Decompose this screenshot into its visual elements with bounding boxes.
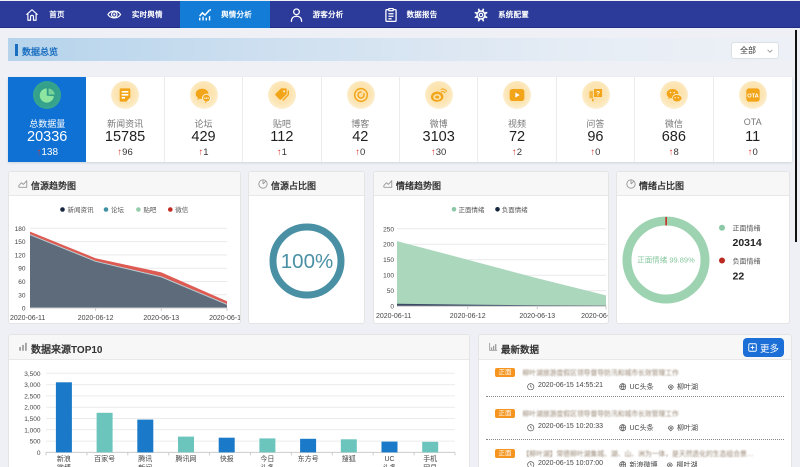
svg-text:500: 500 (30, 439, 41, 446)
svg-text:20314: 20314 (733, 237, 762, 249)
svg-text:200: 200 (383, 242, 394, 249)
svg-text:2020-06-13: 2020-06-13 (143, 315, 179, 322)
svg-text:新浪: 新浪 (57, 454, 71, 463)
svg-text:头条: 头条 (260, 463, 274, 467)
svg-text:快报: 快报 (220, 454, 234, 463)
svg-text:东方号: 东方号 (298, 454, 319, 463)
svg-text:90: 90 (18, 266, 26, 273)
svg-text:100: 100 (383, 273, 394, 280)
svg-text:2020-06-14: 2020-06-14 (581, 313, 608, 320)
svg-text:3,000: 3,000 (24, 382, 41, 389)
svg-text:负面情绪: 负面情绪 (502, 205, 529, 214)
svg-text:负面情绪: 负面情绪 (733, 257, 761, 266)
svg-text:250: 250 (383, 226, 394, 233)
svg-text:2020-06-12: 2020-06-12 (78, 315, 114, 322)
svg-text:百家号: 百家号 (94, 454, 115, 463)
svg-text:贴吧: 贴吧 (143, 205, 157, 214)
svg-text:0: 0 (37, 450, 41, 457)
svg-text:1,000: 1,000 (24, 427, 41, 434)
svg-text:150: 150 (15, 239, 26, 246)
svg-text:1,500: 1,500 (24, 416, 41, 423)
svg-text:2,000: 2,000 (24, 405, 41, 412)
svg-text:60: 60 (18, 279, 26, 286)
svg-text:0: 0 (390, 304, 394, 311)
svg-text:50: 50 (387, 288, 395, 295)
svg-text:论坛: 论坛 (111, 205, 125, 214)
svg-text:手机: 手机 (423, 454, 437, 463)
svg-text:100%: 100% (281, 250, 333, 273)
svg-text:OTA: OTA (747, 93, 759, 99)
svg-text:今日: 今日 (260, 454, 274, 463)
svg-text:2020-06-12: 2020-06-12 (450, 313, 486, 320)
svg-text:UC: UC (384, 456, 394, 463)
svg-text:22: 22 (733, 271, 745, 283)
svg-text:?: ? (596, 91, 600, 98)
svg-text:120: 120 (15, 252, 26, 259)
svg-text:正面情绪: 正面情绪 (459, 205, 486, 214)
svg-text:腾讯网: 腾讯网 (176, 454, 197, 463)
svg-text:微信: 微信 (175, 205, 189, 214)
svg-text:2020-06-13: 2020-06-13 (519, 313, 555, 320)
svg-text:180: 180 (15, 226, 26, 233)
svg-text:30: 30 (18, 292, 26, 299)
svg-text:0: 0 (22, 306, 26, 313)
svg-text:2020-06-11: 2020-06-11 (376, 313, 411, 320)
svg-text:新闻: 新闻 (138, 463, 152, 467)
svg-text:搜狐: 搜狐 (342, 454, 356, 463)
svg-text:150: 150 (383, 257, 394, 264)
svg-text:腾讯: 腾讯 (138, 454, 152, 463)
svg-text:2,500: 2,500 (24, 393, 41, 400)
svg-text:正面情绪 99.89%: 正面情绪 99.89% (637, 255, 695, 265)
svg-text:微博: 微博 (57, 463, 71, 467)
svg-text:2020-06-11: 2020-06-11 (10, 315, 45, 322)
svg-text:正面情绪: 正面情绪 (733, 224, 761, 233)
svg-text:头条: 头条 (383, 463, 397, 467)
svg-text:2020-06-14: 2020-06-14 (209, 315, 240, 322)
svg-text:3,500: 3,500 (24, 371, 41, 378)
svg-text:新闻资讯: 新闻资讯 (68, 205, 95, 214)
